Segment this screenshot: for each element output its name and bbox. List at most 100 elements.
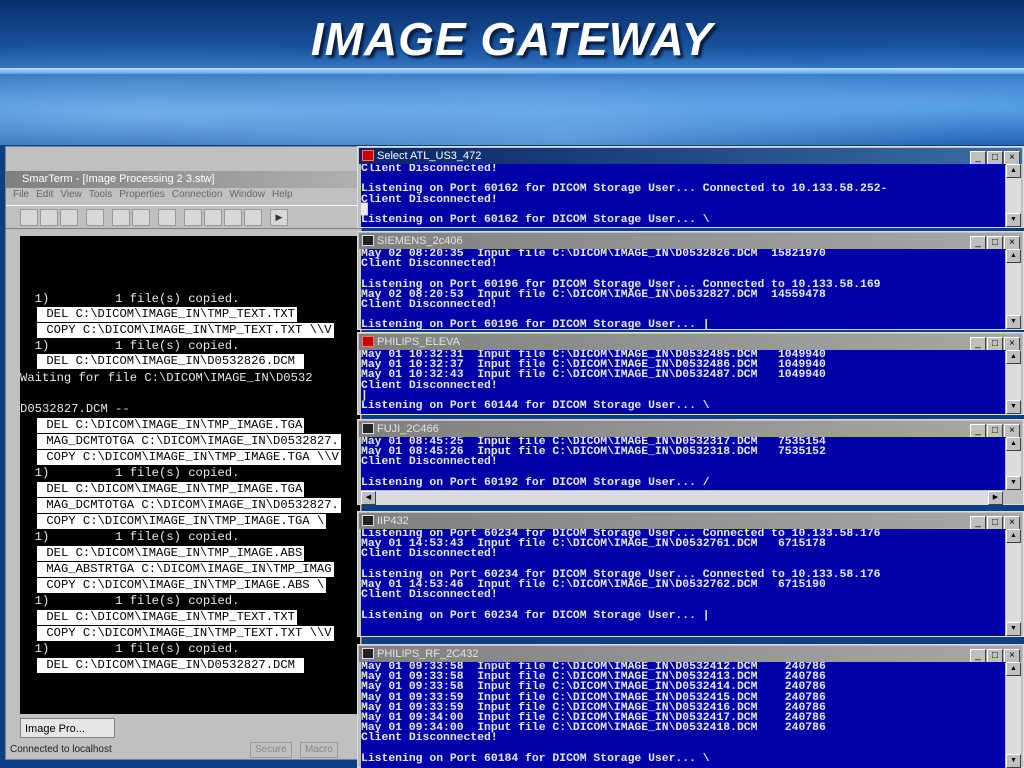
scroll-up-icon[interactable]: ▲: [1006, 350, 1021, 364]
terminal-screen[interactable]: 1) 1 file(s) copied. DEL C:\DICOM\IMAGE_…: [20, 236, 360, 714]
console-window-3[interactable]: PHILIPS_ELEVA _ □ × May 01 10:32:31 Input fi…: [357, 332, 1024, 415]
menu-item-help[interactable]: Help: [272, 189, 293, 200]
console-window-4[interactable]: FUJI_2C466 _ □ × May 01 08:45:25 Input file …: [357, 419, 1024, 505]
console-output[interactable]: May 01 10:32:31 Input file C:\DICOM\IMAG…: [361, 350, 1005, 414]
vertical-scrollbar[interactable]: ▲ ▼: [1006, 529, 1021, 636]
console-line: Client Disconnected!: [361, 589, 498, 602]
console-line: Client Disconnected!: [361, 379, 498, 392]
console-title-bar[interactable]: IIP432 _ □ ×: [359, 513, 1022, 530]
paste-icon[interactable]: [132, 209, 150, 226]
console-output[interactable]: May 02 08:20:35 Input file C:\DICOM\IMAG…: [361, 249, 1005, 329]
smarterm-title-bar[interactable]: SmarTerm - [Image Processing 2 3.stw]: [6, 171, 361, 188]
status-text: Connected to localhost: [10, 744, 112, 755]
scroll-right-icon[interactable]: ▶: [988, 491, 1003, 505]
menu-item-window[interactable]: Window: [229, 189, 265, 200]
scroll-up-icon[interactable]: ▲: [1006, 529, 1021, 543]
console-window-5[interactable]: IIP432 _ □ × Listening on Port 60234 for DIC…: [357, 511, 1024, 637]
open-folder-icon[interactable]: [40, 209, 58, 226]
terminal-line: DEL C:\DICOM\IMAGE_IN\TMP_TEXT.TXT: [37, 307, 297, 322]
console-output[interactable]: Client Disconnected! Listening on Port 60…: [361, 164, 1005, 227]
console-title-bar[interactable]: FUJI_2C466 _ □ ×: [359, 421, 1022, 438]
minimize-icon[interactable]: _: [970, 337, 986, 351]
hand-icon[interactable]: [244, 209, 262, 226]
minimize-icon[interactable]: _: [970, 424, 986, 438]
scroll-down-icon[interactable]: ▼: [1006, 622, 1021, 636]
minimize-icon[interactable]: _: [970, 649, 986, 663]
close-icon[interactable]: ×: [1004, 337, 1020, 351]
slide-title: IMAGE GATEWAY: [310, 13, 714, 65]
console-window-6[interactable]: PHILIPS_RF_2C432 _ □ × May 01 09:33:58 Input…: [357, 644, 1024, 768]
play-icon[interactable]: ▶: [270, 209, 288, 226]
close-icon[interactable]: ×: [1004, 151, 1020, 165]
terminal-line: 1) 1 file(s) copied.: [20, 466, 240, 480]
scroll-up-icon[interactable]: ▲: [1006, 662, 1021, 676]
close-icon[interactable]: ×: [1004, 516, 1020, 530]
maximize-icon[interactable]: □: [987, 516, 1003, 530]
smarterm-title: SmarTerm - [Image Processing 2 3.stw]: [22, 173, 215, 185]
new-file-icon[interactable]: [20, 209, 38, 226]
maximize-icon[interactable]: □: [987, 424, 1003, 438]
menu-item-edit[interactable]: Edit: [36, 189, 53, 200]
console-title: PHILIPS_RF_2C432: [377, 648, 479, 660]
properties-icon[interactable]: [158, 209, 176, 226]
copy-icon[interactable]: [112, 209, 130, 226]
scroll-up-icon[interactable]: ▲: [1006, 249, 1021, 263]
menu-item-connection[interactable]: Connection: [172, 189, 223, 200]
terminal-line: COPY C:\DICOM\IMAGE_IN\TMP_IMAGE.TGA \: [37, 514, 327, 529]
menu-item-tools[interactable]: Tools: [89, 189, 112, 200]
console-line: Listening on Port 60234 for DICOM Storag…: [361, 609, 710, 622]
vertical-scrollbar[interactable]: ▲ ▼: [1006, 662, 1021, 768]
maximize-icon[interactable]: □: [987, 236, 1003, 250]
maximize-icon[interactable]: □: [987, 151, 1003, 165]
console-window-1[interactable]: Select ATL_US3_472 _ □ × Client Disconnected…: [357, 146, 1024, 228]
scroll-down-icon[interactable]: ▼: [1006, 476, 1021, 490]
terminal-line: COPY C:\DICOM\IMAGE_IN\TMP_IMAGE.ABS \: [37, 578, 327, 593]
scroll-down-icon[interactable]: ▼: [1006, 400, 1021, 414]
minimize-icon[interactable]: _: [970, 236, 986, 250]
terminal-line: COPY C:\DICOM\IMAGE_IN\TMP_TEXT.TXT \\V: [37, 323, 334, 338]
smarterm-toolbar: ▶: [6, 205, 361, 229]
save-icon[interactable]: [60, 209, 78, 226]
taskbar-button-image-processing[interactable]: Image Pro...: [20, 718, 115, 738]
list-icon[interactable]: [184, 209, 202, 226]
menu-item-properties[interactable]: Properties: [119, 189, 165, 200]
console-window-2[interactable]: SIEMENS_2c406 _ □ × May 02 08:20:35 Input fi…: [357, 231, 1024, 330]
print-icon[interactable]: [86, 209, 104, 226]
maximize-icon[interactable]: □: [987, 649, 1003, 663]
close-icon[interactable]: ×: [1004, 236, 1020, 250]
menu-item-view[interactable]: View: [60, 189, 82, 200]
maximize-icon[interactable]: □: [987, 337, 1003, 351]
smarterm-window: SmarTerm - [Image Processing 2 3.stw] Fi…: [5, 146, 362, 760]
minimize-icon[interactable]: _: [970, 516, 986, 530]
console-title-bar[interactable]: Select ATL_US3_472 _ □ ×: [359, 148, 1022, 165]
terminal-line: DEL C:\DICOM\IMAGE_IN\D0532827.DCM: [37, 658, 305, 673]
terminal-line: DEL C:\DICOM\IMAGE_IN\TMP_TEXT.TXT: [37, 610, 297, 625]
console-title-bar[interactable]: PHILIPS_ELEVA _ □ ×: [359, 334, 1022, 351]
console-title: Select ATL_US3_472: [377, 150, 482, 162]
close-icon[interactable]: ×: [1004, 649, 1020, 663]
vertical-scrollbar[interactable]: ▲ ▼: [1006, 437, 1021, 490]
scroll-down-icon[interactable]: ▼: [1006, 213, 1021, 227]
scroll-down-icon[interactable]: ▼: [1006, 754, 1021, 768]
vertical-scrollbar[interactable]: ▲ ▼: [1006, 164, 1021, 227]
menu-item-file[interactable]: File: [13, 189, 29, 200]
horizontal-scrollbar[interactable]: ◀ ▶: [361, 491, 1003, 505]
scroll-up-icon[interactable]: ▲: [1006, 164, 1021, 178]
vertical-scrollbar[interactable]: ▲ ▼: [1006, 249, 1021, 329]
console-output[interactable]: May 01 09:33:58 Input file C:\DICOM\IMAG…: [361, 662, 1005, 768]
keyboard-icon[interactable]: [224, 209, 242, 226]
close-icon[interactable]: ×: [1004, 424, 1020, 438]
scroll-left-icon[interactable]: ◀: [361, 491, 376, 505]
console-title-bar[interactable]: PHILIPS_RF_2C432 _ □ ×: [359, 646, 1022, 663]
scroll-up-icon[interactable]: ▲: [1006, 437, 1021, 451]
console-title-bar[interactable]: SIEMENS_2c406 _ □ ×: [359, 233, 1022, 250]
terminal-line: Waiting for file C:\DICOM\IMAGE_IN\D0532: [20, 371, 313, 385]
console-output[interactable]: May 01 08:45:25 Input file C:\DICOM\IMAG…: [361, 437, 1005, 490]
console-title: IIP432: [377, 515, 409, 527]
minimize-icon[interactable]: _: [970, 151, 986, 165]
vertical-scrollbar[interactable]: ▲ ▼: [1006, 350, 1021, 414]
console-output[interactable]: Listening on Port 60234 for DICOM Storag…: [361, 529, 1005, 636]
record-icon[interactable]: [204, 209, 222, 226]
scroll-down-icon[interactable]: ▼: [1006, 315, 1021, 329]
